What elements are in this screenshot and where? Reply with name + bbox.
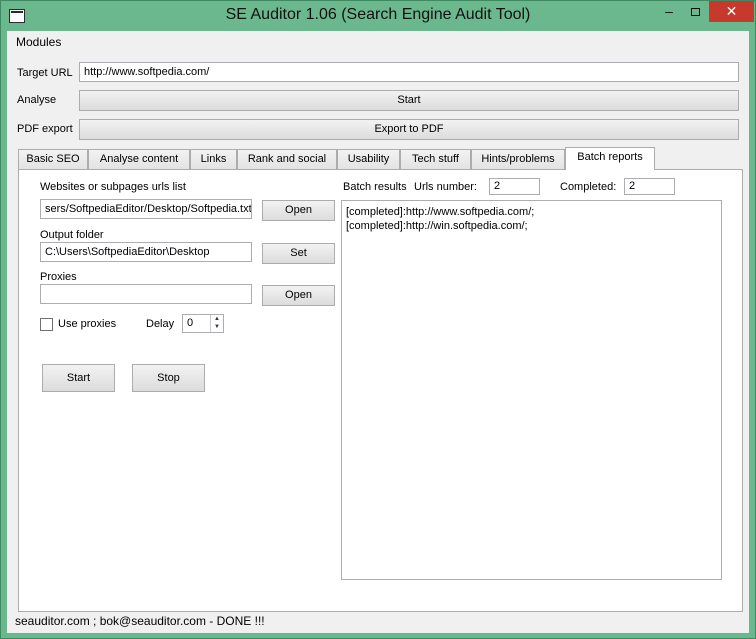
tab-usability[interactable]: Usability xyxy=(337,149,400,169)
pdf-export-label: PDF export xyxy=(17,123,73,135)
tab-hints-problems[interactable]: Hints/problems xyxy=(471,149,565,169)
output-folder-set-button[interactable]: Set xyxy=(262,243,335,264)
close-button[interactable]: ✕ xyxy=(709,1,754,22)
analyse-label: Analyse xyxy=(17,94,57,106)
delay-value: 0 xyxy=(187,317,194,329)
output-folder-input[interactable]: C:\Users\SoftpediaEditor\Desktop xyxy=(40,242,252,262)
urls-list-open-button[interactable]: Open xyxy=(262,200,335,221)
target-url-label: Target URL xyxy=(17,67,73,79)
completed-field[interactable]: 2 xyxy=(624,178,675,195)
export-pdf-button[interactable]: Export to PDF xyxy=(79,119,739,140)
result-line: [completed]:http://win.softpedia.com/; xyxy=(346,220,528,232)
status-bar-text: seauditor.com ; bok@seauditor.com - DONE… xyxy=(15,614,265,628)
tab-rank-and-social[interactable]: Rank and social xyxy=(237,149,337,169)
delay-label: Delay xyxy=(146,318,175,330)
spin-down-icon[interactable]: ▼ xyxy=(211,323,223,331)
use-proxies-checkbox[interactable] xyxy=(40,318,53,331)
tab-analyse-content[interactable]: Analyse content xyxy=(88,149,190,169)
tab-links[interactable]: Links xyxy=(190,149,237,169)
urls-number-label: Urls number: xyxy=(414,181,477,193)
title-bar: SE Auditor 1.06 (Search Engine Audit Too… xyxy=(1,1,755,31)
target-url-input[interactable]: http://www.softpedia.com/ xyxy=(79,62,739,82)
batch-results-textarea[interactable]: [completed]:http://www.softpedia.com/; [… xyxy=(341,200,722,580)
tab-basic-seo[interactable]: Basic SEO xyxy=(18,149,88,169)
batch-results-label: Batch results xyxy=(343,181,407,193)
delay-spin-buttons[interactable]: ▲ ▼ xyxy=(210,315,223,332)
tab-tech-stuff[interactable]: Tech stuff xyxy=(400,149,471,169)
completed-label: Completed: xyxy=(560,181,617,193)
batch-stop-button[interactable]: Stop xyxy=(132,364,205,392)
proxies-open-button[interactable]: Open xyxy=(262,285,335,306)
delay-spinbox[interactable]: 0 ▲ ▼ xyxy=(182,314,224,333)
maximize-button[interactable] xyxy=(682,1,708,22)
window-title: SE Auditor 1.06 (Search Engine Audit Too… xyxy=(225,6,531,23)
analyse-start-button[interactable]: Start xyxy=(79,90,739,111)
batch-reports-panel: Websites or subpages urls list sers/Soft… xyxy=(18,169,743,612)
minimize-button[interactable]: ‒ xyxy=(656,1,682,22)
maximize-icon xyxy=(690,8,700,16)
urls-list-label: Websites or subpages urls list xyxy=(40,181,186,193)
menu-bar: Modules xyxy=(7,31,749,53)
urls-list-input[interactable]: sers/SoftpediaEditor/Desktop/Softpedia.t… xyxy=(40,199,252,219)
batch-start-button[interactable]: Start xyxy=(42,364,115,392)
proxies-label: Proxies xyxy=(40,271,77,283)
menu-modules[interactable]: Modules xyxy=(16,35,61,49)
spin-up-icon[interactable]: ▲ xyxy=(211,315,223,323)
urls-number-field[interactable]: 2 xyxy=(489,178,540,195)
output-folder-label: Output folder xyxy=(40,229,104,241)
tab-batch-reports[interactable]: Batch reports xyxy=(565,147,655,170)
client-area: Modules Target URL http://www.softpedia.… xyxy=(7,31,749,633)
result-line: [completed]:http://www.softpedia.com/; xyxy=(346,206,535,218)
proxies-input[interactable] xyxy=(40,284,252,304)
app-window: SE Auditor 1.06 (Search Engine Audit Too… xyxy=(0,0,756,639)
use-proxies-label: Use proxies xyxy=(58,318,117,330)
